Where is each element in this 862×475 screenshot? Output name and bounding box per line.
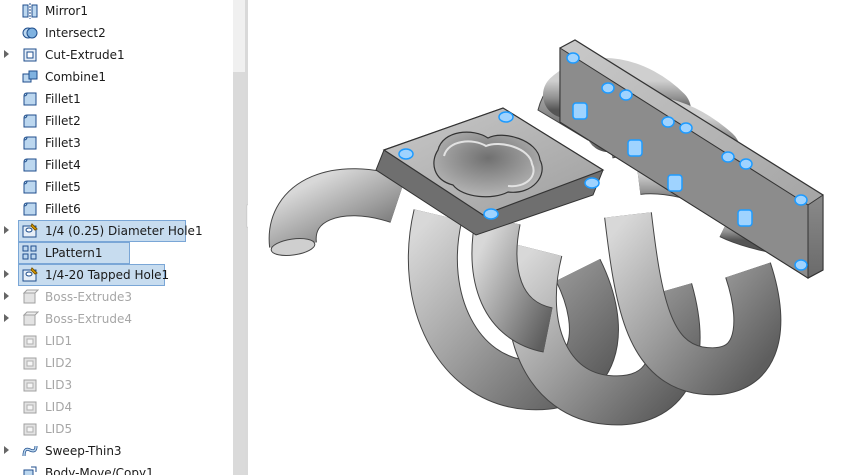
feature-tree-item-label: LID1 xyxy=(45,334,73,348)
body-icon xyxy=(21,354,39,372)
feature-tree-item[interactable]: Mirror1 xyxy=(0,0,233,22)
feature-tree-item-label: Fillet5 xyxy=(45,180,81,194)
feature-tree-item-label: 1/4-20 Tapped Hole1 xyxy=(45,268,170,282)
move-copy-icon xyxy=(21,464,39,475)
feature-tree-item[interactable]: Combine1 xyxy=(0,66,233,88)
feature-tree-item-label: LPattern1 xyxy=(45,246,103,260)
fillet-icon xyxy=(21,178,39,196)
feature-tree-item-label: LID5 xyxy=(45,422,73,436)
combine-icon xyxy=(21,68,39,86)
feature-tree-item-label: Fillet2 xyxy=(45,114,81,128)
expand-arrow-icon[interactable] xyxy=(4,50,9,58)
hole-wizard-icon xyxy=(21,222,39,240)
feature-tree-item-label: Cut-Extrude1 xyxy=(45,48,125,62)
fillet-icon xyxy=(21,134,39,152)
feature-tree-item[interactable]: Fillet3 xyxy=(0,132,233,154)
feature-tree-item-label: Fillet3 xyxy=(45,136,81,150)
feature-tree-item[interactable]: Fillet6 xyxy=(0,198,233,220)
feature-tree-item-label: Body-Move/Copy1 xyxy=(45,466,154,475)
body-icon xyxy=(21,398,39,416)
feature-tree-item[interactable]: Intersect2 xyxy=(0,22,233,44)
tree-scrollbar-thumb[interactable] xyxy=(233,72,245,475)
feature-tree-item[interactable]: 1/4 (0.25) Diameter Hole1 xyxy=(0,220,233,242)
feature-tree-item-label: Fillet6 xyxy=(45,202,81,216)
linear-pattern-icon xyxy=(21,244,39,262)
feature-tree-item[interactable]: Fillet5 xyxy=(0,176,233,198)
feature-tree-item-label: 1/4 (0.25) Diameter Hole1 xyxy=(45,224,203,238)
feature-tree-item-label: Boss-Extrude4 xyxy=(45,312,132,326)
feature-tree-item-label: Combine1 xyxy=(45,70,106,84)
feature-tree-item[interactable]: LID4 xyxy=(0,396,233,418)
feature-tree-item[interactable]: Sweep-Thin3 xyxy=(0,440,233,462)
feature-tree-item[interactable]: Body-Move/Copy1 xyxy=(0,462,233,475)
expand-arrow-icon[interactable] xyxy=(4,314,9,322)
feature-tree-item-label: Mirror1 xyxy=(45,4,88,18)
feature-tree-item-label: Sweep-Thin3 xyxy=(45,444,122,458)
fillet-icon xyxy=(21,90,39,108)
fillet-icon xyxy=(21,156,39,174)
feature-tree-item-label: LID3 xyxy=(45,378,73,392)
feature-tree-item[interactable]: Boss-Extrude3 xyxy=(0,286,233,308)
feature-manager-tree: Mirror1 Intersect2 Cut-Extrude1 Combine1 Fil… xyxy=(0,0,233,475)
feature-tree-item[interactable]: Fillet2 xyxy=(0,110,233,132)
feature-tree-item[interactable]: LID1 xyxy=(0,330,233,352)
feature-tree-item[interactable]: LID3 xyxy=(0,374,233,396)
feature-tree-item-label: LID2 xyxy=(45,356,73,370)
feature-tree-item[interactable]: Fillet4 xyxy=(0,154,233,176)
body-icon xyxy=(21,376,39,394)
expand-arrow-icon[interactable] xyxy=(4,226,9,234)
feature-tree-item-label: Boss-Extrude3 xyxy=(45,290,132,304)
expand-arrow-icon[interactable] xyxy=(4,292,9,300)
expand-arrow-icon[interactable] xyxy=(4,446,9,454)
intersect-icon xyxy=(21,24,39,42)
feature-tree-item[interactable]: LID2 xyxy=(0,352,233,374)
expand-arrow-icon[interactable] xyxy=(4,270,9,278)
fillet-icon xyxy=(21,200,39,218)
feature-tree-item[interactable]: Cut-Extrude1 xyxy=(0,44,233,66)
graphics-area[interactable] xyxy=(248,0,862,475)
body-icon xyxy=(21,420,39,438)
fillet-icon xyxy=(21,112,39,130)
cut-extrude-icon xyxy=(21,46,39,64)
boss-extrude-icon xyxy=(21,288,39,306)
mirror-icon xyxy=(21,2,39,20)
feature-tree-item-label: Fillet1 xyxy=(45,92,81,106)
feature-tree-item[interactable]: 1/4-20 Tapped Hole1 xyxy=(0,264,233,286)
feature-tree-item-label: LID4 xyxy=(45,400,73,414)
body-icon xyxy=(21,332,39,350)
feature-tree-item[interactable]: Boss-Extrude4 xyxy=(0,308,233,330)
feature-tree-item[interactable]: LID5 xyxy=(0,418,233,440)
hole-wizard-icon xyxy=(21,266,39,284)
boss-extrude-icon xyxy=(21,310,39,328)
feature-tree-item[interactable]: Fillet1 xyxy=(0,88,233,110)
feature-tree-item-label: Intersect2 xyxy=(45,26,106,40)
feature-tree-item-label: Fillet4 xyxy=(45,158,81,172)
sweep-icon xyxy=(21,442,39,460)
exhaust-manifold-model[interactable] xyxy=(248,0,862,475)
feature-tree-item[interactable]: LPattern1 xyxy=(0,242,233,264)
